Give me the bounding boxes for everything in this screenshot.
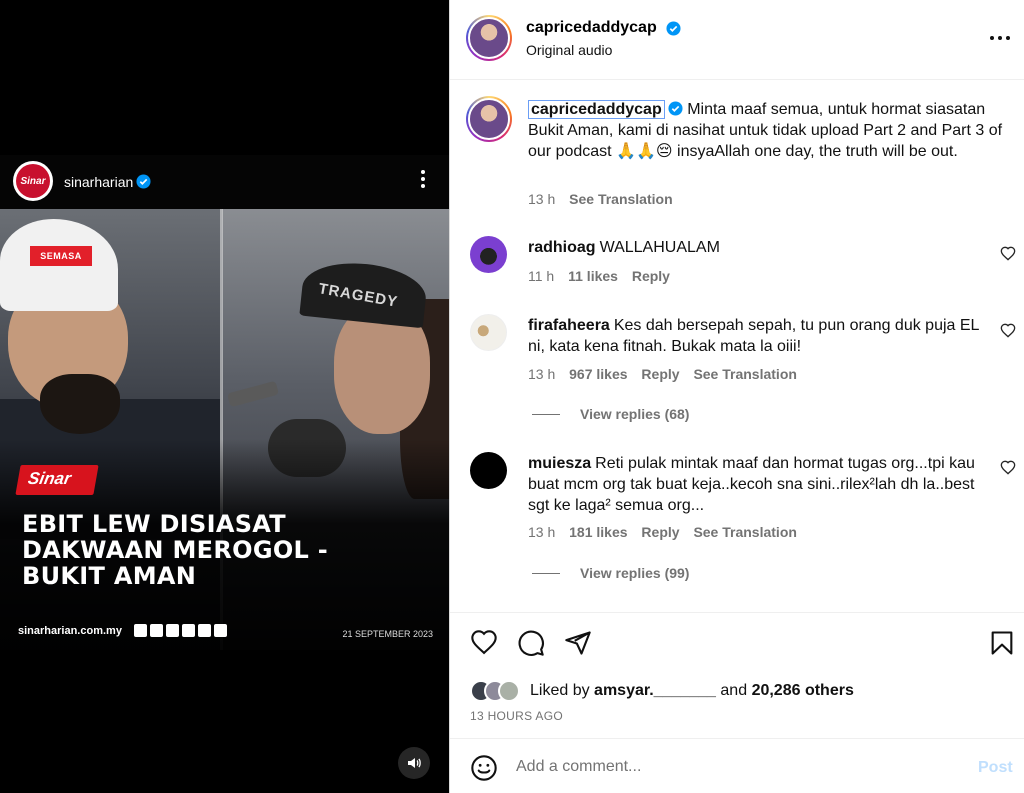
headline-line-1: EBIT LEW DISIASAT (22, 510, 286, 538)
video-headline: EBIT LEW DISIASAT DAKWAAN MEROGOL - BUKI… (22, 511, 328, 589)
like-comment-heart-icon[interactable] (1000, 323, 1016, 339)
like-comment-heart-icon[interactable] (1000, 246, 1016, 262)
person-left-beard (40, 374, 120, 434)
author-username[interactable]: capricedaddycap (526, 19, 657, 37)
video-player[interactable]: Sinar sinarharian SEMASA TRAGEDY Sinar E… (0, 0, 449, 793)
semasa-badge: SEMASA (30, 246, 92, 266)
caption-author-photo (468, 98, 510, 140)
more-options-icon[interactable] (988, 28, 1012, 48)
caption-time: 13 h (528, 191, 556, 207)
site-url: sinarharian.com.my (18, 625, 122, 637)
liker-avatar (498, 680, 520, 702)
liked-by-row: Liked by amsyar._______ and 20,286 other… (470, 679, 854, 703)
instagram-icon (182, 624, 195, 637)
comment-username[interactable]: radhioag (528, 239, 596, 256)
emoji-icon[interactable] (470, 754, 498, 782)
see-translation-button[interactable]: See Translation (693, 524, 796, 540)
post-details-panel: capricedaddycap Original audio capriceda… (449, 0, 1024, 793)
reply-button[interactable]: Reply (641, 524, 679, 540)
view-replies-label: View replies (99) (580, 565, 690, 581)
author-photo (468, 17, 510, 59)
comment-1: radhioag WALLAHUALAM (528, 237, 988, 258)
reply-button[interactable]: Reply (632, 268, 670, 284)
comment-2-meta: 13 h 967 likes Reply See Translation (528, 366, 797, 382)
share-send-icon[interactable] (564, 629, 592, 657)
comment-likes[interactable]: 181 likes (569, 524, 627, 540)
youtube-icon (166, 624, 179, 637)
caption-see-translation[interactable]: See Translation (569, 191, 672, 207)
caption-meta: 13 h See Translation (528, 191, 673, 207)
comment-likes[interactable]: 967 likes (569, 366, 627, 382)
comment-bubble-icon[interactable] (517, 629, 545, 657)
comment-username[interactable]: muiesza (528, 455, 591, 472)
comment-3-meta: 13 h 181 likes Reply See Translation (528, 524, 797, 540)
like-heart-icon[interactable] (470, 629, 498, 657)
verified-icon (668, 101, 683, 116)
sinar-logo: Sinar (15, 465, 99, 495)
headline-line-3: BUKIT AMAN (22, 562, 197, 590)
social-icons (134, 624, 227, 637)
view-replies-button[interactable]: View replies (99) (532, 565, 689, 581)
audio-link[interactable]: Original audio (526, 42, 612, 58)
save-bookmark-icon[interactable] (988, 629, 1016, 657)
replies-line (532, 413, 560, 415)
author-avatar[interactable] (466, 15, 512, 61)
post-time-ago[interactable]: 13 HOURS AGO (470, 709, 563, 723)
comment-likes[interactable]: 11 likes (568, 268, 618, 284)
post-button[interactable]: Post (978, 759, 1013, 777)
comment-time: 11 h (528, 268, 555, 284)
liked-by-middle: and (720, 682, 748, 699)
video-frame: SEMASA TRAGEDY Sinar EBIT LEW DISIASAT D… (0, 209, 449, 650)
facebook-icon (150, 624, 163, 637)
liked-by-user[interactable]: amsyar._______ (594, 682, 716, 699)
liked-by-others[interactable]: 20,286 others (752, 682, 854, 699)
speaker-icon (408, 758, 421, 768)
twitter-icon (134, 624, 147, 637)
comment-input[interactable] (516, 752, 946, 782)
comment-2: firafaheera Kes dah bersepah sepah, tu pu… (528, 315, 988, 357)
comment-1-meta: 11 h 11 likes Reply (528, 268, 670, 284)
view-replies-label: View replies (68) (580, 406, 690, 422)
more-vertical-icon (421, 170, 425, 188)
tiktok-icon (214, 624, 227, 637)
verified-icon (136, 174, 151, 189)
comment-time: 13 h (528, 366, 556, 382)
commenter-avatar[interactable] (470, 314, 507, 351)
comment-text: WALLAHUALAM (599, 239, 720, 256)
post-header: capricedaddycap Original audio (450, 0, 1024, 80)
see-translation-button[interactable]: See Translation (693, 366, 796, 382)
commenter-avatar[interactable] (470, 236, 507, 273)
headline-line-2: DAKWAAN MEROGOL - (22, 536, 329, 564)
sinar-logo-mini: Sinar (16, 164, 50, 198)
view-replies-button[interactable]: View replies (68) (532, 406, 689, 422)
replies-line (532, 572, 560, 574)
comment-time: 13 h (528, 524, 556, 540)
post-actions: Liked by amsyar._______ and 20,286 other… (450, 612, 1024, 738)
audio-toggle-button[interactable] (398, 747, 430, 779)
comment-username[interactable]: firafaheera (528, 317, 610, 334)
post-caption: capricedaddycap Minta maaf semua, untuk … (528, 99, 1006, 162)
like-comment-heart-icon[interactable] (1000, 460, 1016, 476)
embedded-source-name: sinarharian (64, 174, 134, 190)
comment-text: Reti pulak mintak maaf dan hormat tugas … (528, 455, 975, 514)
caption-username[interactable]: capricedaddycap (528, 100, 665, 119)
embedded-source-header: Sinar sinarharian (0, 155, 449, 209)
commenter-avatar[interactable] (470, 452, 507, 489)
telegram-icon (198, 624, 211, 637)
verified-icon (666, 21, 681, 36)
liked-by-text: Liked by amsyar._______ and 20,286 other… (530, 682, 854, 700)
video-date: 21 SEPTEMBER 2023 (342, 629, 433, 639)
sinarharian-avatar: Sinar (13, 161, 53, 201)
liked-by-prefix: Liked by (530, 682, 590, 699)
reply-button[interactable]: Reply (641, 366, 679, 382)
comment-bar: Post (450, 738, 1024, 793)
caption-author-avatar[interactable] (466, 96, 512, 142)
comment-3: muiesza Reti pulak mintak maaf dan hormat… (528, 453, 988, 516)
